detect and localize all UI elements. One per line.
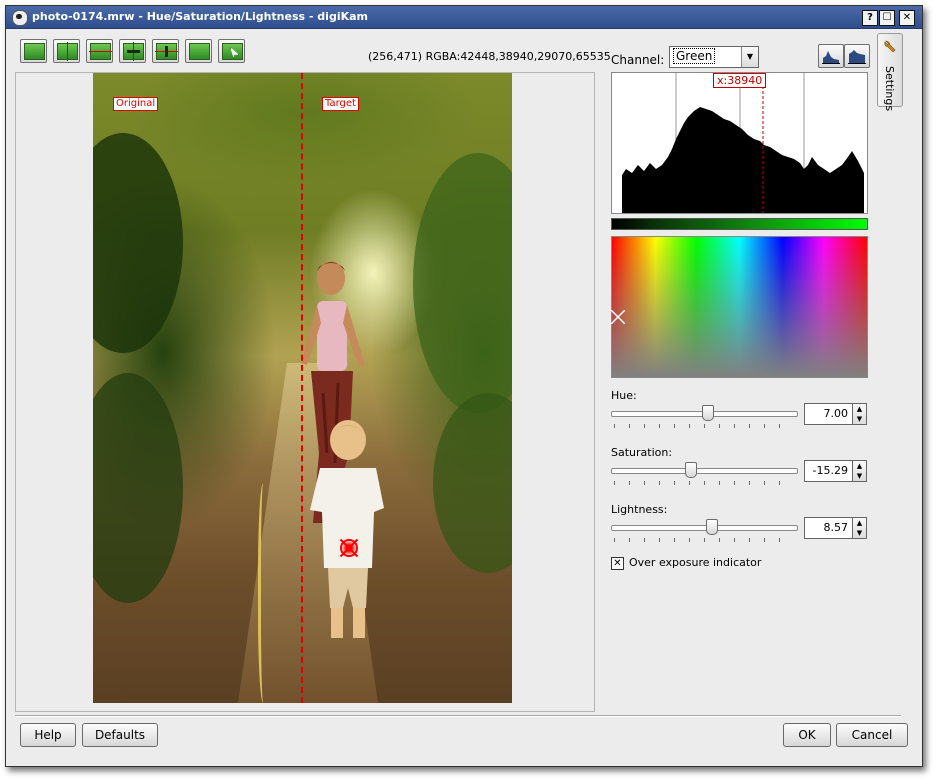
log-histogram-icon — [848, 50, 866, 64]
hue-label: Hue: — [611, 389, 637, 402]
foliage-right-lower — [433, 393, 512, 573]
log-scale-button[interactable] — [844, 44, 870, 68]
spin-up-icon[interactable]: ▲ — [853, 461, 866, 471]
lightness-slider-track[interactable] — [611, 525, 798, 531]
histogram-graph — [622, 73, 864, 213]
under-mouse-button[interactable] — [218, 39, 245, 63]
lightness-slider-thumb[interactable] — [706, 519, 718, 535]
histogram-panel[interactable] — [611, 72, 868, 214]
overexposure-checkbox[interactable]: ✕ — [611, 557, 624, 570]
split-horizontal-duplicate-button[interactable] — [152, 39, 179, 63]
help-title-button[interactable]: ? — [862, 10, 878, 26]
spin-down-icon[interactable]: ▼ — [853, 471, 866, 481]
linear-histogram-icon — [822, 51, 840, 64]
channel-value: Green — [673, 48, 716, 64]
saturation-label: Saturation: — [611, 446, 673, 459]
hue-spinbox[interactable]: 7.00 — [804, 403, 853, 425]
settings-side-tab[interactable]: Settings — [877, 33, 903, 111]
channel-label: Channel: — [611, 53, 665, 67]
channel-gradient-bar — [611, 218, 868, 230]
cancel-button[interactable]: Cancel — [836, 723, 908, 747]
split-divider[interactable] — [301, 73, 303, 703]
split-vertical-icon — [57, 42, 78, 61]
saturation-spin-buttons[interactable]: ▲ ▼ — [852, 460, 867, 482]
channel-select[interactable]: Green ▼ — [669, 46, 759, 68]
target-label: Target — [322, 97, 359, 111]
spin-up-icon[interactable]: ▲ — [853, 404, 866, 414]
spin-up-icon[interactable]: ▲ — [853, 518, 866, 528]
spin-down-icon[interactable]: ▼ — [853, 528, 866, 538]
saturation-spinbox[interactable]: -15.29 — [804, 460, 853, 482]
split-vertical-duplicate-button[interactable] — [119, 39, 146, 63]
split-horizontal-button[interactable] — [86, 39, 113, 63]
foliage-right — [413, 153, 512, 413]
chevron-down-icon[interactable]: ▼ — [741, 47, 758, 67]
spot-indicator-icon — [340, 539, 358, 557]
hue-slider-thumb[interactable] — [702, 405, 714, 421]
target-image-button[interactable] — [185, 39, 212, 63]
app-icon[interactable] — [12, 10, 28, 26]
overexposure-label[interactable]: Over exposure indicator — [629, 556, 761, 569]
image-icon — [24, 43, 45, 60]
split-vertical-button[interactable] — [53, 39, 80, 63]
settings-tab-label: Settings — [883, 66, 896, 112]
preview-image[interactable]: Original Target — [93, 73, 512, 703]
lightness-slider-ticks — [614, 538, 794, 542]
saturation-slider-thumb[interactable] — [685, 462, 697, 478]
lightness-spin-buttons[interactable]: ▲ ▼ — [852, 517, 867, 539]
hue-saturation-map[interactable] — [611, 236, 868, 378]
saturation-value: -15.29 — [812, 464, 848, 477]
lightness-value: 8.57 — [823, 521, 849, 534]
spin-down-icon[interactable]: ▼ — [853, 414, 866, 424]
linear-scale-button[interactable] — [818, 44, 844, 68]
split-duplicate-h-icon — [155, 43, 178, 60]
foliage-left-lower — [93, 373, 183, 603]
original-image-button[interactable] — [20, 39, 47, 63]
lightness-label: Lightness: — [611, 503, 668, 516]
image-icon — [189, 43, 210, 60]
bottom-separator — [15, 715, 901, 717]
original-label: Original — [113, 97, 159, 111]
title-bar[interactable]: photo-0174.mrw - Hue/Saturation/Lightnes… — [6, 6, 922, 29]
close-button[interactable]: ✕ — [899, 10, 915, 26]
running-boy — [310, 420, 384, 638]
hue-slider-ticks — [614, 424, 794, 428]
pixel-readout: (256,471) RGBA:42448,38940,29070,65535 — [368, 50, 611, 63]
window-title: photo-0174.mrw - Hue/Saturation/Lightnes… — [32, 10, 368, 23]
hue-spin-buttons[interactable]: ▲ ▼ — [852, 403, 867, 425]
foliage-left — [93, 133, 183, 353]
help-button[interactable]: Help — [20, 723, 76, 747]
wrench-icon — [884, 40, 896, 53]
histogram-cursor-label: x:38940 — [713, 73, 767, 88]
lightness-spinbox[interactable]: 8.57 — [804, 517, 853, 539]
mouse-pointer-icon — [222, 43, 243, 60]
saturation-slider-track[interactable] — [611, 468, 798, 474]
saturation-slider-ticks — [614, 481, 794, 485]
maximize-button[interactable]: ☐ — [879, 10, 895, 26]
garden-hose — [258, 483, 271, 703]
split-duplicate-icon — [123, 42, 144, 61]
hue-value: 7.00 — [823, 407, 849, 420]
split-horizontal-icon — [89, 43, 112, 60]
defaults-button[interactable]: Defaults — [82, 723, 158, 747]
crosshair-icon — [611, 310, 625, 324]
ok-button[interactable]: OK — [783, 723, 831, 747]
